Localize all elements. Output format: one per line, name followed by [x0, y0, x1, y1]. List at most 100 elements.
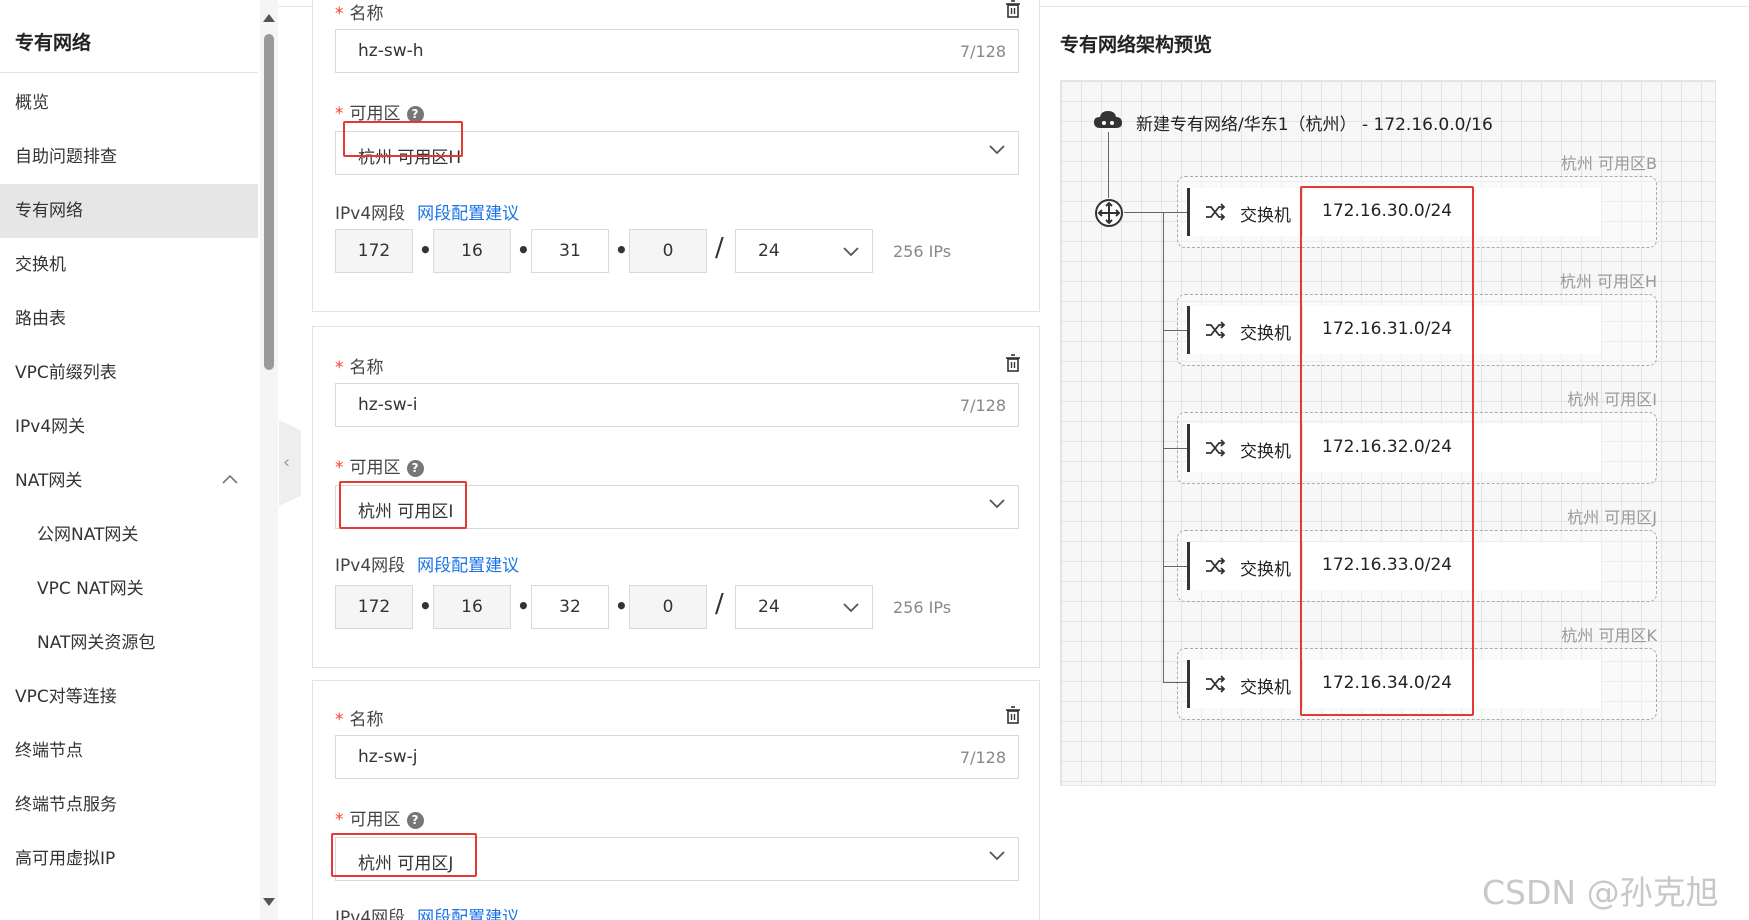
cloud-icon	[1094, 111, 1122, 128]
ip-dot: •	[517, 594, 530, 618]
switch-shuffle-icon	[1206, 203, 1226, 221]
name-input[interactable]: hz-sw-j 7/128	[335, 735, 1019, 779]
help-icon[interactable]: ?	[406, 460, 424, 477]
zone-label-row: 杭州 可用区B	[1177, 150, 1657, 173]
sidebar-item-prefix-list[interactable]: VPC前缀列表	[0, 346, 258, 400]
sidebar-title: 专有网络	[15, 32, 92, 54]
chevron-down-icon	[843, 247, 859, 257]
ip-octet-1: 172	[335, 229, 413, 273]
mask-slash: /	[715, 233, 724, 263]
sidebar-item-route-table[interactable]: 路由表	[0, 292, 258, 346]
zone-label: 杭州 可用区I	[1567, 390, 1657, 409]
mask-select[interactable]: 24	[735, 229, 873, 273]
sidebar-item-vswitch[interactable]: 交换机	[0, 238, 258, 292]
char-count: 7/128	[959, 396, 1006, 415]
name-label: * 名称	[335, 710, 384, 730]
scroll-up-arrow-icon[interactable]	[263, 14, 275, 22]
sidebar-item-vpc-peering[interactable]: VPC对等连接	[0, 670, 258, 724]
name-input[interactable]: hz-sw-i 7/128	[335, 383, 1019, 427]
ipv4-label: IPv4网段 网段配置建议	[335, 903, 519, 920]
sidebar-divider	[0, 72, 258, 73]
ip-octet-1: 172	[335, 585, 413, 629]
branch-line	[1163, 330, 1187, 331]
ip-dot: •	[517, 238, 530, 262]
ip-octet-3-input[interactable]: 32	[531, 585, 609, 629]
zone-label: * 可用区?	[335, 453, 424, 478]
trunk-line	[1163, 212, 1164, 682]
trash-icon[interactable]	[1003, 353, 1023, 373]
ip-octet-3-input[interactable]: 31	[531, 229, 609, 273]
trash-icon[interactable]	[1003, 0, 1023, 19]
branch-line	[1163, 566, 1187, 567]
vswitch-card-2: * 名称 hz-sw-i 7/128 * 可用区? 杭州 可用区I IPv4网段 网段…	[312, 326, 1040, 668]
switch-shuffle-icon	[1206, 557, 1226, 575]
ip-dot: •	[419, 594, 432, 618]
ipv4-label: IPv4网段 网段配置建议	[335, 556, 520, 576]
cidr-suggestion-link[interactable]: 网段配置建议	[417, 556, 519, 576]
chevron-down-icon	[989, 499, 1005, 509]
sidebar-item-endpoint-service[interactable]: 终端节点服务	[0, 778, 258, 832]
sidebar-item-havip[interactable]: 高可用虚拟IP	[0, 832, 258, 886]
trash-icon[interactable]	[1003, 705, 1023, 725]
ip-count: 256 IPs	[893, 598, 952, 617]
zone-label: 杭州 可用区J	[1567, 508, 1657, 527]
sidebar-item-vpc-nat[interactable]: VPC NAT网关	[0, 562, 258, 616]
chevron-left-icon: ‹	[283, 452, 291, 473]
sidebar-item-overview[interactable]: 概览	[0, 76, 258, 130]
char-count: 7/128	[959, 748, 1006, 767]
ipv4-label: IPv4网段 网段配置建议	[335, 204, 520, 224]
char-count: 7/128	[959, 42, 1006, 61]
ip-count: 256 IPs	[893, 242, 952, 261]
vswitch-card-3: * 名称 hz-sw-j 7/128 * 可用区? 杭州 可用区J IPv4网段 网段…	[312, 680, 1040, 920]
sidebar-scroll-thumb[interactable]	[264, 34, 274, 370]
zone-label: 杭州 可用区B	[1560, 154, 1657, 173]
branch-line	[1163, 212, 1187, 213]
mask-select[interactable]: 24	[735, 585, 873, 629]
sidebar-item-nat-package[interactable]: NAT网关资源包	[0, 616, 258, 670]
ip-dot: •	[615, 238, 628, 262]
switch-shuffle-icon	[1206, 675, 1226, 693]
sidebar-item-public-nat[interactable]: 公网NAT网关	[0, 508, 258, 562]
mask-slash: /	[715, 589, 724, 619]
sidebar-item-troubleshoot[interactable]: 自助问题排查	[0, 130, 258, 184]
highlight-box	[343, 121, 463, 157]
router-icon	[1095, 199, 1123, 227]
vpc-label: 新建专有网络/华东1（杭州） - 172.16.0.0/16	[1136, 115, 1493, 135]
switch-shuffle-icon	[1206, 439, 1226, 457]
chevron-down-icon	[843, 603, 859, 613]
name-label: * 名称	[335, 358, 384, 378]
highlight-box	[1300, 186, 1474, 716]
sidebar-item-ipv4-gateway[interactable]: IPv4网关	[0, 400, 258, 454]
scroll-down-arrow-icon[interactable]	[263, 898, 275, 906]
ip-dot: •	[419, 238, 432, 262]
zone-label: 杭州 可用区H	[1559, 272, 1657, 291]
switch-shuffle-icon	[1206, 321, 1226, 339]
cidr-suggestion-link[interactable]: 网段配置建议	[417, 908, 519, 920]
branch-line	[1163, 682, 1187, 683]
ip-octet-2: 16	[433, 229, 511, 273]
vpc-connector	[1108, 132, 1109, 198]
sidebar-item-nat-gateway[interactable]: NAT网关	[0, 454, 258, 508]
branch-line	[1163, 448, 1187, 449]
sidebar-item-label: NAT网关	[15, 471, 83, 491]
highlight-box	[331, 833, 477, 877]
chevron-up-icon	[222, 474, 238, 484]
ip-octet-4: 0	[629, 229, 707, 273]
watermark: CSDN @孙克旭	[1482, 873, 1719, 912]
router-connector	[1124, 212, 1164, 213]
sidebar-item-endpoint[interactable]: 终端节点	[0, 724, 258, 778]
highlight-box	[339, 481, 467, 529]
zone-label: * 可用区?	[335, 805, 424, 830]
vswitch-card-1: * 名称 hz-sw-h 7/128 * 可用区? 杭州 可用区H IPv4网段 网段…	[312, 0, 1040, 312]
ip-octet-2: 16	[433, 585, 511, 629]
help-icon[interactable]: ?	[406, 812, 424, 829]
sidebar-item-vpc[interactable]: 专有网络	[0, 184, 258, 238]
sidebar-collapse-toggle[interactable]: ‹	[279, 420, 301, 506]
zone-label: 杭州 可用区K	[1561, 626, 1657, 645]
name-input[interactable]: hz-sw-h 7/128	[335, 29, 1019, 73]
sidebar: 专有网络 概览 自助问题排查 专有网络 交换机 路由表 VPC前缀列表 IPv4…	[0, 0, 260, 920]
chevron-down-icon	[989, 145, 1005, 155]
ip-octet-4: 0	[629, 585, 707, 629]
cidr-suggestion-link[interactable]: 网段配置建议	[417, 204, 519, 224]
chevron-down-icon	[989, 851, 1005, 861]
